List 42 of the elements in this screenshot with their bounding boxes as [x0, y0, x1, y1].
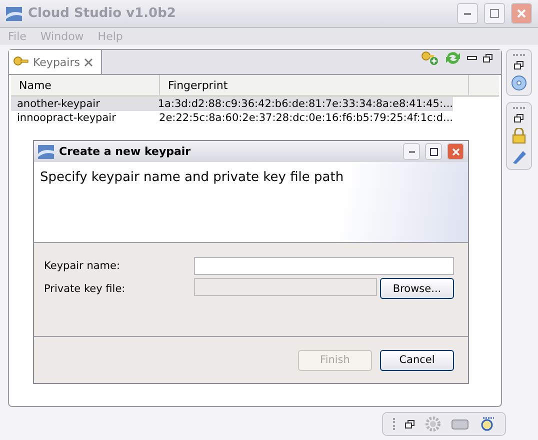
restore-icon[interactable] [514, 61, 524, 70]
window-title: Cloud Studio v1.0b2 [28, 6, 177, 21]
table-row[interactable]: another-keypair 1a:3d:d2:88:c9:36:42:b6:de:81:7e:33:34:8a:e8:41:45:... [11, 97, 453, 111]
table-row[interactable]: innoopract-keypair 2e:22:5c:8a:60:2e:37:28:dc:0e:16:f6:b5:79:25:4f:1c:d... [11, 111, 453, 125]
minimize-icon [464, 12, 471, 14]
table-cell-text: another-keypair [16, 98, 101, 110]
dialog-title: Create a new keypair [59, 145, 192, 158]
restore-icon[interactable] [405, 420, 415, 428]
maximize-icon [490, 9, 499, 18]
maximize-button[interactable] [425, 143, 442, 160]
add-key-icon[interactable] [421, 50, 439, 66]
table-cell-text: 2e:22:5c:8a:60:2e:37:28:dc:0e:16:f6:b5:79:25:4f:1c:d... [158, 112, 453, 124]
gear-icon[interactable] [425, 416, 441, 432]
minimize-button[interactable] [457, 3, 478, 24]
drive-icon[interactable] [451, 418, 469, 430]
view-tab[interactable]: Keypairs [9, 50, 102, 74]
close-icon [452, 148, 460, 156]
minimize-icon[interactable] [467, 56, 477, 60]
dialog-heading: Specify keypair name and private key file path [40, 170, 344, 185]
minimize-button[interactable] [403, 143, 420, 160]
column-header[interactable]: Fingerprint [160, 75, 469, 95]
close-icon[interactable] [84, 58, 93, 66]
minimize-icon [408, 150, 414, 152]
close-button[interactable] [511, 3, 532, 24]
table-cell-text: innoopract-keypair [16, 112, 117, 124]
lock-icon[interactable] [512, 128, 526, 144]
restore-icon[interactable] [483, 54, 493, 62]
browse-button[interactable]: Browse... [380, 278, 454, 299]
app-logo-icon [38, 144, 54, 158]
maximize-icon [430, 148, 438, 156]
field-label: Private key file: [44, 282, 126, 294]
refresh-icon[interactable] [445, 50, 461, 66]
app-logo-icon [6, 6, 22, 20]
disc-icon[interactable] [511, 75, 527, 91]
input-field[interactable] [194, 257, 454, 275]
close-icon [517, 9, 526, 18]
dialog-button[interactable]: Cancel [380, 350, 454, 370]
close-button[interactable] [447, 143, 464, 160]
restore-icon[interactable] [514, 114, 524, 123]
field-label: Keypair name: [44, 260, 122, 272]
column-header[interactable]: Name [11, 75, 160, 95]
table-cell-text: 1a:3d:d2:88:c9:36:42:b6:de:81:7e:33:34:8a:e8:41:45:... [156, 98, 453, 110]
